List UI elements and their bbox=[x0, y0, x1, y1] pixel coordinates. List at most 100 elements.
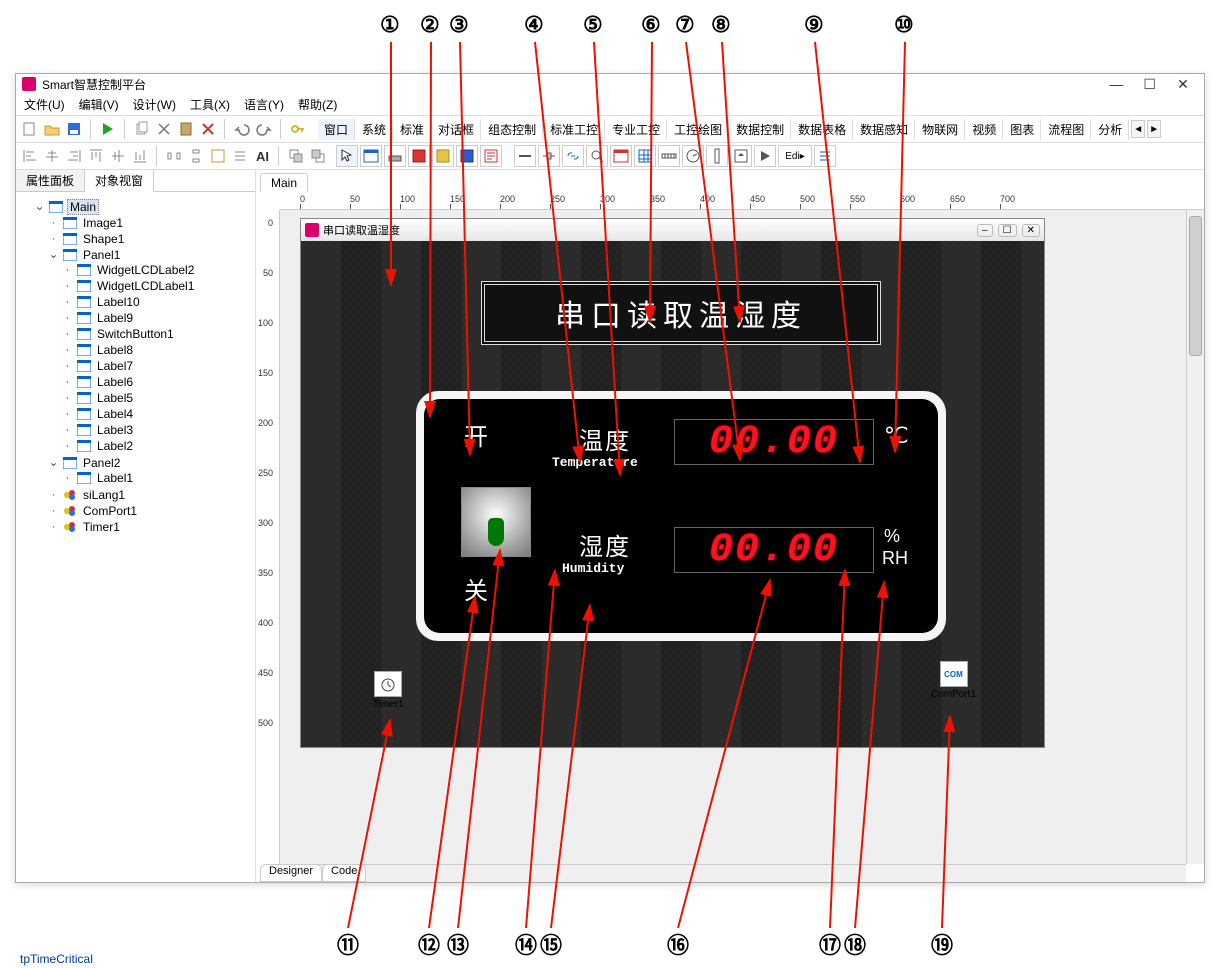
palette-dial-icon[interactable] bbox=[682, 145, 704, 167]
palette-link-icon[interactable] bbox=[562, 145, 584, 167]
menu-item[interactable]: 语言(Y) bbox=[244, 96, 284, 113]
tree-item[interactable]: ComPort1 bbox=[81, 504, 139, 518]
palette-list-icon[interactable] bbox=[814, 145, 836, 167]
category-tab[interactable]: 图表 bbox=[1004, 119, 1041, 140]
palette-scroll-icon[interactable] bbox=[730, 145, 752, 167]
tree-item[interactable]: Label1 bbox=[95, 471, 135, 485]
tree-item[interactable]: Shape1 bbox=[81, 232, 126, 246]
tree-item[interactable]: Label7 bbox=[95, 359, 135, 373]
form-min-icon[interactable]: – bbox=[977, 224, 993, 237]
redo-icon[interactable] bbox=[254, 119, 274, 139]
palette-slider-icon[interactable] bbox=[538, 145, 560, 167]
tree-item[interactable]: siLang1 bbox=[81, 488, 127, 502]
window-close-button[interactable]: ✕ bbox=[1168, 76, 1198, 93]
tree-item[interactable]: Label10 bbox=[95, 295, 142, 309]
category-tab[interactable]: 物联网 bbox=[916, 119, 965, 140]
cut-icon[interactable] bbox=[154, 119, 174, 139]
lcd-temperature[interactable]: 00.00 bbox=[674, 419, 874, 465]
switch-button[interactable] bbox=[461, 487, 531, 557]
tray-timer[interactable]: Timer1 bbox=[373, 671, 404, 710]
menu-item[interactable]: 帮助(Z) bbox=[298, 96, 337, 113]
delete-icon[interactable] bbox=[198, 119, 218, 139]
form-max-icon[interactable]: ☐ bbox=[998, 224, 1017, 237]
dist-v-icon[interactable] bbox=[186, 146, 206, 166]
category-tab[interactable]: 流程图 bbox=[1042, 119, 1091, 140]
tree-item[interactable]: WidgetLCDLabel1 bbox=[95, 279, 196, 293]
align-left-icon[interactable] bbox=[20, 146, 40, 166]
tab-scroll-right[interactable]: ► bbox=[1147, 120, 1161, 138]
tree-item[interactable]: Label8 bbox=[95, 343, 135, 357]
category-tab[interactable]: 系统 bbox=[356, 119, 393, 140]
form-close-icon[interactable]: ✕ bbox=[1022, 224, 1040, 237]
category-tab[interactable]: 数据控制 bbox=[730, 119, 791, 140]
category-tab[interactable]: 视频 bbox=[966, 119, 1003, 140]
object-tree[interactable]: ⌄Main·Image1·Shape1⌄Panel1·WidgetLCDLabe… bbox=[16, 192, 255, 882]
text-tool-icon[interactable]: AI bbox=[252, 146, 272, 166]
send-back-icon[interactable] bbox=[308, 146, 328, 166]
palette-grid-icon[interactable] bbox=[634, 145, 656, 167]
tree-item[interactable]: Label5 bbox=[95, 391, 135, 405]
palette-note-icon[interactable] bbox=[480, 145, 502, 167]
tree-item[interactable]: Panel2 bbox=[81, 456, 122, 470]
tree-item[interactable]: Label9 bbox=[95, 311, 135, 325]
palette-panel-blue-icon[interactable] bbox=[456, 145, 478, 167]
tab-objects[interactable]: 对象视窗 bbox=[85, 170, 154, 192]
open-file-icon[interactable] bbox=[42, 119, 62, 139]
tab-designer[interactable]: Designer bbox=[260, 864, 322, 882]
tree-item[interactable]: WidgetLCDLabel2 bbox=[95, 263, 196, 277]
tree-item[interactable]: Image1 bbox=[81, 216, 125, 230]
paste-icon[interactable] bbox=[176, 119, 196, 139]
palette-v-ruler-icon[interactable] bbox=[706, 145, 728, 167]
new-file-icon[interactable] bbox=[20, 119, 40, 139]
palette-panel-yellow-icon[interactable] bbox=[432, 145, 454, 167]
undo-icon[interactable] bbox=[232, 119, 252, 139]
run-icon[interactable] bbox=[98, 119, 118, 139]
group-icon[interactable] bbox=[208, 146, 228, 166]
tab-code[interactable]: Code bbox=[322, 864, 366, 882]
design-form[interactable]: 串口读取温湿度 – ☐ ✕ 串口读取温湿度 bbox=[300, 218, 1045, 748]
align-top-icon[interactable] bbox=[86, 146, 106, 166]
menu-item[interactable]: 工具(X) bbox=[190, 96, 230, 113]
copy-icon[interactable] bbox=[132, 119, 152, 139]
tree-item[interactable]: SwitchButton1 bbox=[95, 327, 176, 341]
window-maximize-button[interactable]: ☐ bbox=[1135, 76, 1165, 93]
dist-h-icon[interactable] bbox=[164, 146, 184, 166]
palette-play-icon[interactable] bbox=[754, 145, 776, 167]
tree-item[interactable]: Timer1 bbox=[81, 520, 122, 534]
pointer-tool-icon[interactable] bbox=[336, 145, 358, 167]
readings-panel[interactable]: 开 关 温度 Temperature 00.00 ℃ 湿度 Humidity 0… bbox=[416, 391, 946, 641]
title-panel[interactable]: 串口读取温湿度 bbox=[481, 281, 881, 345]
save-icon[interactable] bbox=[64, 119, 84, 139]
tree-item[interactable]: Label2 bbox=[95, 439, 135, 453]
palette-zoom-icon[interactable] bbox=[586, 145, 608, 167]
palette-form-icon[interactable] bbox=[610, 145, 632, 167]
design-canvas[interactable]: 串口读取温湿度 – ☐ ✕ 串口读取温湿度 bbox=[280, 210, 1186, 864]
align-center-icon[interactable] bbox=[42, 146, 62, 166]
tree-item[interactable]: Label4 bbox=[95, 407, 135, 421]
palette-ruler-icon[interactable] bbox=[658, 145, 680, 167]
menu-item[interactable]: 设计(W) bbox=[133, 96, 176, 113]
category-tab[interactable]: 分析 bbox=[1092, 119, 1129, 140]
canvas-scrollbar-v[interactable] bbox=[1186, 210, 1204, 864]
key-icon[interactable] bbox=[288, 119, 308, 139]
category-tab[interactable]: 标准工控 bbox=[544, 119, 605, 140]
palette-window-icon[interactable] bbox=[360, 145, 382, 167]
category-tab[interactable]: 专业工控 bbox=[606, 119, 667, 140]
align-middle-icon[interactable] bbox=[108, 146, 128, 166]
category-tab[interactable]: 标准 bbox=[394, 119, 431, 140]
palette-tray-icon[interactable] bbox=[384, 145, 406, 167]
category-tab[interactable]: 数据表格 bbox=[792, 119, 853, 140]
palette-splitbar-icon[interactable] bbox=[514, 145, 536, 167]
align-bottom-icon[interactable] bbox=[130, 146, 150, 166]
form-tab-main[interactable]: Main bbox=[260, 173, 308, 192]
category-tab[interactable]: 工控绘图 bbox=[668, 119, 729, 140]
category-tab[interactable]: 对话框 bbox=[432, 119, 481, 140]
tray-comport[interactable]: COM ComPort1 bbox=[931, 661, 976, 700]
bring-front-icon[interactable] bbox=[286, 146, 306, 166]
palette-panel-red-icon[interactable] bbox=[408, 145, 430, 167]
category-tab[interactable]: 组态控制 bbox=[482, 119, 543, 140]
canvas-scrollbar-h[interactable] bbox=[280, 864, 1186, 882]
lcd-humidity[interactable]: 00.00 bbox=[674, 527, 874, 573]
tab-properties[interactable]: 属性面板 bbox=[16, 170, 85, 191]
tree-root[interactable]: Main bbox=[67, 199, 99, 215]
